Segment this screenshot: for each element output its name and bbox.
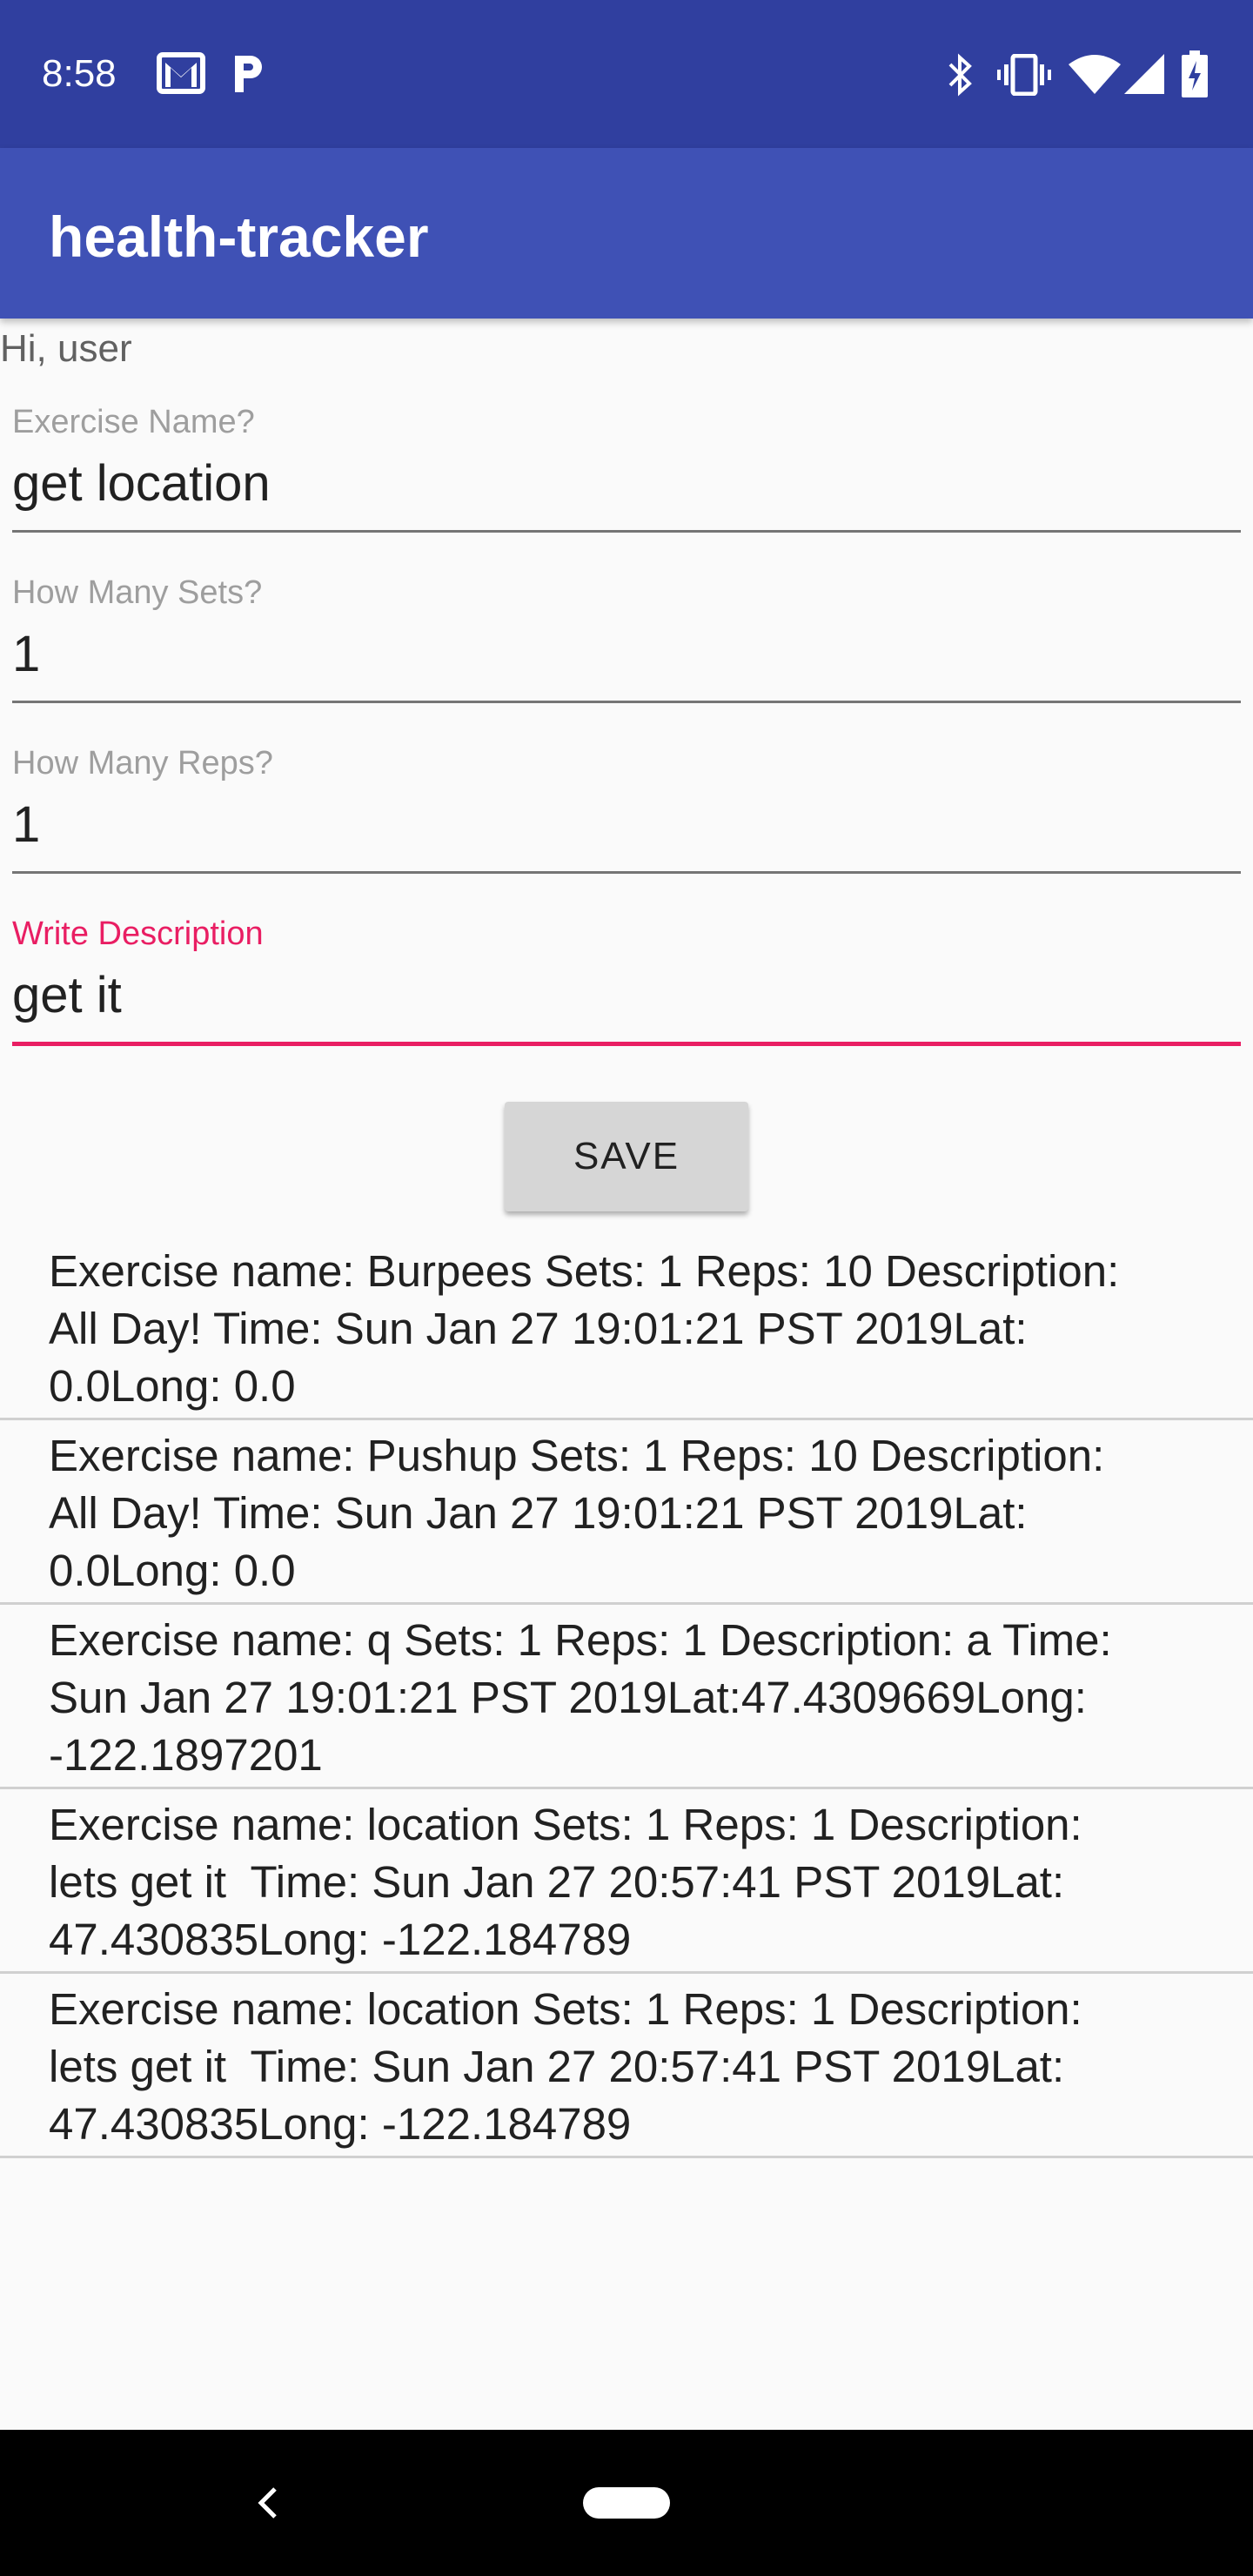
list-item[interactable]: Exercise name: location Sets: 1 Reps: 1 … <box>0 1974 1253 2158</box>
exercise-name-field[interactable]: Exercise Name? get location <box>12 402 1241 567</box>
list-item[interactable]: Exercise name: Pushup Sets: 1 Reps: 10 D… <box>0 1420 1253 1605</box>
wifi-icon <box>1069 54 1121 98</box>
parking-p-icon <box>231 52 266 98</box>
exercise-name-underline <box>12 530 1241 533</box>
description-input[interactable]: get it <box>12 964 1241 1027</box>
greeting-text: Hi, user <box>0 327 132 370</box>
list-item-text: Exercise name: Pushup Sets: 1 Reps: 10 D… <box>49 1431 1105 1595</box>
bluetooth-icon <box>945 52 976 102</box>
reps-underline <box>12 871 1241 874</box>
exercise-log-list[interactable]: Exercise name: Burpees Sets: 1 Reps: 10 … <box>0 1236 1253 2158</box>
sets-label: How Many Sets? <box>12 574 263 611</box>
reps-field[interactable]: How Many Reps? 1 <box>12 743 1241 909</box>
app-title: health-tracker <box>49 205 429 269</box>
status-time: 8:58 <box>42 52 117 95</box>
reps-label: How Many Reps? <box>12 745 273 782</box>
list-item[interactable]: Exercise name: q Sets: 1 Reps: 1 Descrip… <box>0 1605 1253 1789</box>
navigation-bar <box>0 2430 1253 2576</box>
home-pill-icon[interactable] <box>583 2487 670 2519</box>
status-bar: 8:58 <box>0 0 1253 148</box>
vibrate-icon <box>997 53 1051 100</box>
app-bar: health-tracker <box>0 148 1253 319</box>
description-label: Write Description <box>12 916 264 952</box>
battery-charging-icon <box>1182 50 1208 102</box>
exercise-name-label: Exercise Name? <box>12 404 255 440</box>
list-item-text: Exercise name: q Sets: 1 Reps: 1 Descrip… <box>49 1615 1112 1780</box>
back-icon[interactable] <box>252 2480 284 2530</box>
gmail-icon <box>157 52 205 98</box>
description-underline <box>12 1042 1241 1046</box>
save-button[interactable]: SAVE <box>505 1102 748 1211</box>
list-item[interactable]: Exercise name: Burpees Sets: 1 Reps: 10 … <box>0 1236 1253 1420</box>
sets-input[interactable]: 1 <box>12 623 1241 686</box>
sets-underline <box>12 701 1241 703</box>
sets-field[interactable]: How Many Sets? 1 <box>12 573 1241 738</box>
list-item[interactable]: Exercise name: location Sets: 1 Reps: 1 … <box>0 1789 1253 1974</box>
cell-signal-icon <box>1124 54 1164 98</box>
description-field[interactable]: Write Description get it <box>12 914 1241 1079</box>
list-item-text: Exercise name: Burpees Sets: 1 Reps: 10 … <box>49 1246 1120 1411</box>
exercise-name-input[interactable]: get location <box>12 453 1241 515</box>
list-item-text: Exercise name: location Sets: 1 Reps: 1 … <box>49 1984 1082 2149</box>
reps-input[interactable]: 1 <box>12 794 1241 856</box>
list-item-text: Exercise name: location Sets: 1 Reps: 1 … <box>49 1800 1082 1964</box>
